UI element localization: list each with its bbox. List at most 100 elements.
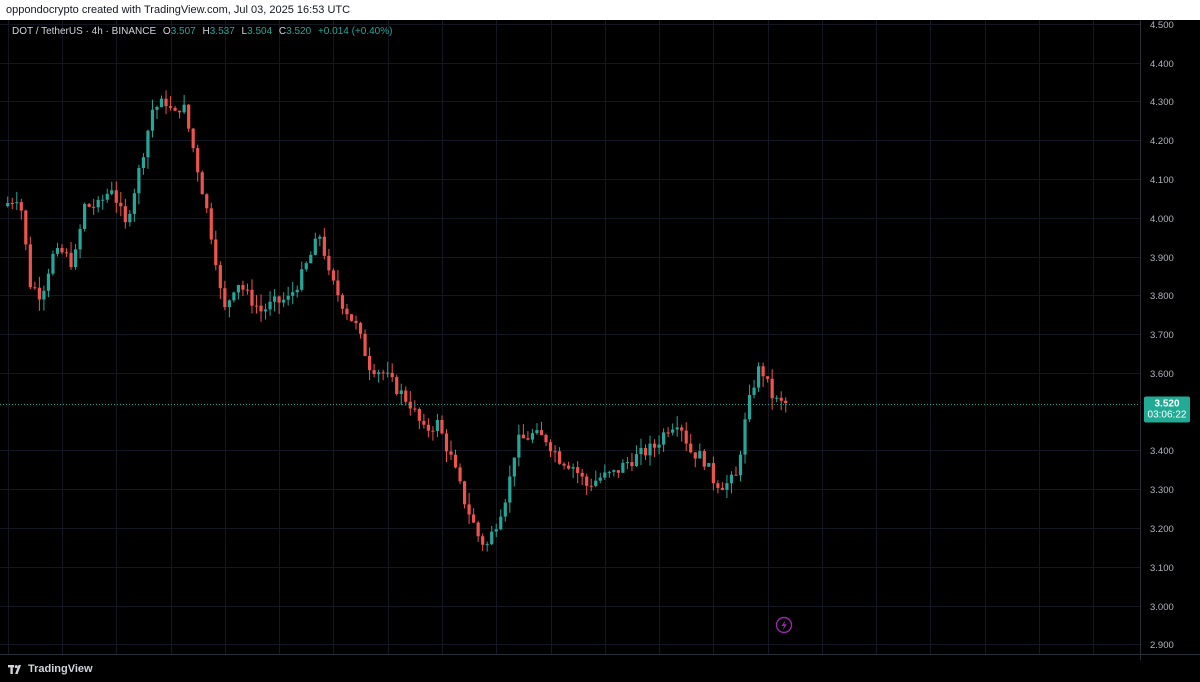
candle-body — [164, 98, 168, 107]
candle — [159, 95, 164, 108]
candle-body — [539, 430, 544, 436]
attribution-bar: oppondocrypto created with TradingView.c… — [0, 0, 1200, 20]
candle — [444, 429, 449, 463]
candle — [241, 280, 245, 296]
candle-body — [702, 451, 706, 467]
candle-body — [381, 372, 385, 374]
candle-body — [698, 451, 702, 459]
candle — [643, 444, 648, 460]
candle-body — [205, 194, 209, 209]
candle — [105, 188, 109, 203]
candle — [83, 202, 87, 232]
y-tick-label: 3.000 — [1150, 602, 1174, 613]
candle-body — [666, 432, 670, 434]
candle-body — [250, 289, 254, 306]
candle-body — [562, 463, 566, 466]
candle-body — [254, 305, 259, 307]
candle — [191, 127, 195, 153]
candle — [354, 315, 358, 330]
candle — [747, 384, 752, 423]
candle — [662, 428, 666, 452]
candle — [499, 509, 503, 531]
candle — [716, 480, 720, 494]
candle-body — [83, 204, 87, 229]
candle — [680, 424, 684, 442]
change-value: +0.014 (+0.40%) — [317, 26, 393, 37]
candle — [761, 362, 765, 387]
candle — [367, 347, 372, 381]
chart-area[interactable]: 4.500 4.400 4.300 4.200 4.100 4.000 3.900 3.800… — [0, 20, 1200, 671]
candle — [526, 431, 530, 441]
candle — [503, 498, 507, 522]
candle — [571, 463, 575, 479]
candle-body — [309, 254, 313, 264]
candle-body — [241, 285, 245, 290]
candle — [227, 299, 231, 318]
candle-body — [662, 432, 666, 445]
candle — [675, 416, 679, 437]
candle — [137, 164, 141, 205]
candle-body — [684, 430, 688, 444]
candle-body — [92, 206, 96, 208]
candle — [259, 294, 263, 322]
candle-body — [51, 253, 55, 274]
candle-body — [634, 454, 639, 467]
candle-body — [227, 300, 231, 308]
candle — [322, 228, 326, 260]
candle-body — [73, 249, 78, 268]
candle-body — [512, 457, 516, 477]
candle-body — [69, 252, 73, 268]
symbol-legend: DOT / TetherUS · 4h · BINANCE O3.507 H3.… — [12, 26, 392, 37]
candle — [481, 533, 485, 551]
candle — [205, 193, 209, 214]
candle — [435, 413, 440, 438]
candle-body — [313, 238, 317, 255]
candle-body — [46, 273, 51, 291]
candle — [19, 198, 23, 220]
candle — [594, 470, 598, 488]
y-tick-label: 3.800 — [1150, 291, 1174, 302]
candle-body — [345, 308, 349, 315]
candle — [734, 466, 738, 476]
candle-body — [648, 443, 652, 456]
candle-body — [37, 287, 41, 300]
y-tick-label: 3.600 — [1150, 369, 1174, 380]
candle — [141, 153, 146, 175]
y-tick-label: 4.000 — [1150, 214, 1174, 225]
candle — [779, 391, 783, 411]
candle — [671, 423, 675, 436]
candle — [453, 449, 458, 469]
candle-body — [548, 442, 553, 452]
candle — [214, 230, 218, 271]
candle-body — [114, 190, 118, 203]
candle — [576, 461, 580, 484]
candle — [752, 379, 756, 399]
candle-body — [490, 531, 494, 545]
candle — [327, 248, 331, 275]
candle-body — [594, 480, 598, 487]
candle-body — [146, 130, 150, 158]
candle-body — [729, 474, 734, 484]
candle — [567, 461, 571, 470]
candle-body — [766, 376, 770, 379]
y-tick-label: 3.400 — [1150, 446, 1174, 457]
candle — [711, 456, 715, 491]
candle — [377, 369, 381, 383]
candle-body — [738, 454, 743, 476]
candle-body — [680, 427, 684, 431]
lightning-icon[interactable] — [775, 616, 793, 634]
candle — [282, 292, 286, 308]
candle — [725, 474, 729, 498]
candle — [770, 369, 774, 410]
candle-body — [354, 320, 358, 324]
candle — [245, 283, 250, 295]
candle-body — [137, 168, 141, 194]
candle-body — [187, 104, 191, 129]
candle — [472, 508, 476, 524]
price-chart[interactable]: 4.500 4.400 4.300 4.200 4.100 4.000 3.900 3.800… — [0, 20, 1200, 671]
candle-body — [747, 394, 752, 420]
candle — [349, 313, 354, 322]
candle — [209, 202, 213, 245]
candle — [648, 435, 652, 466]
brand[interactable]: TradingView — [8, 663, 93, 675]
